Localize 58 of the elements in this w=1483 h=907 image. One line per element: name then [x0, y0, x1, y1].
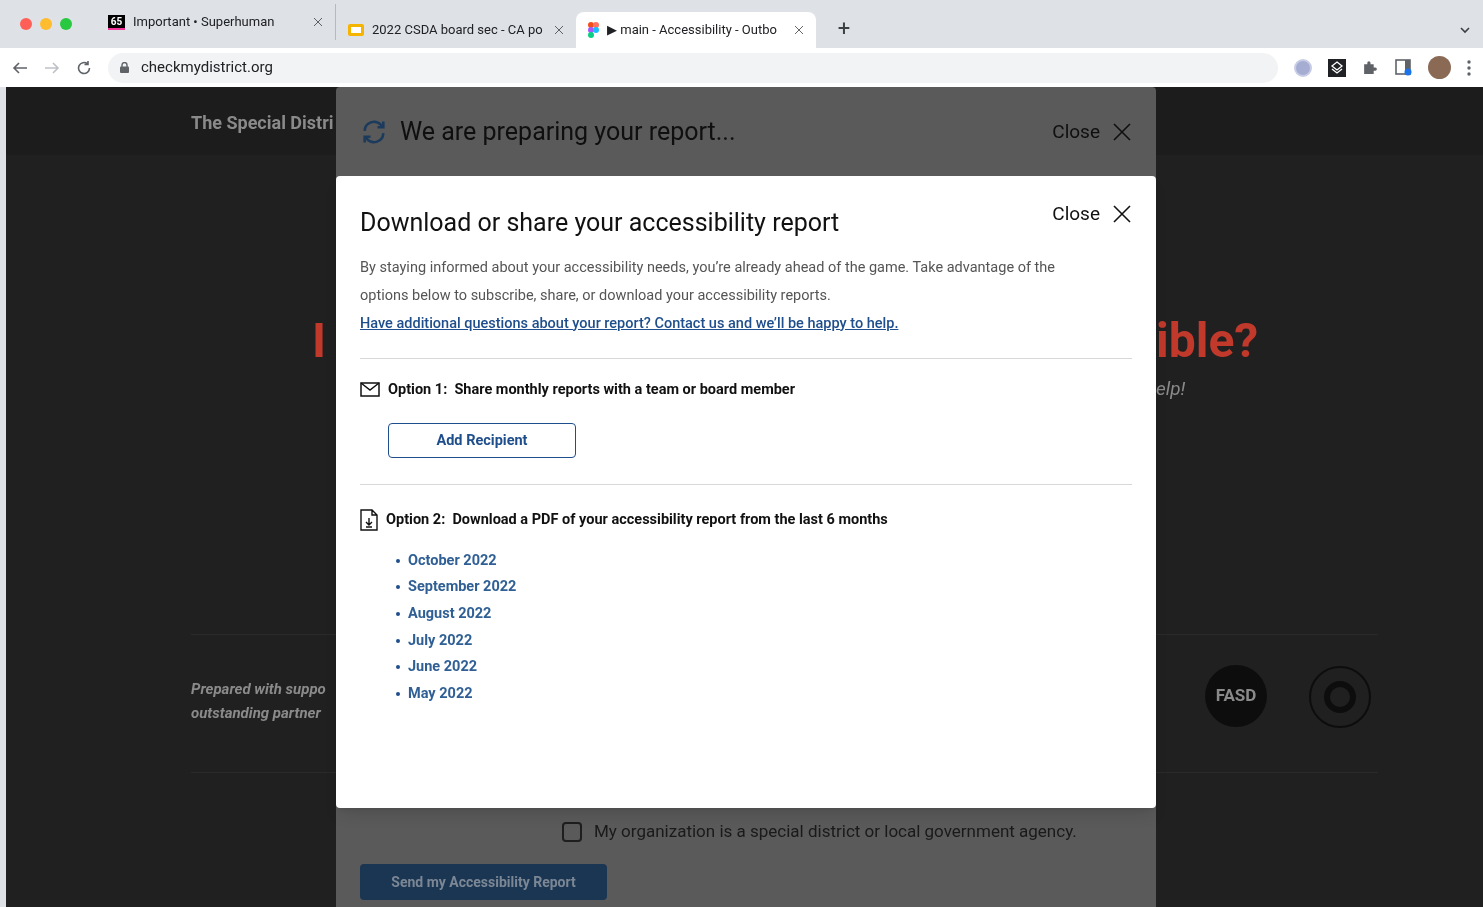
refresh-icon [360, 118, 388, 146]
checkbox-label: My organization is a special district or local government agency. [594, 820, 1077, 843]
option-heading: Option 1: Share monthly reports with a team or board member [388, 379, 795, 400]
close-icon [1112, 122, 1132, 142]
figma-icon [588, 22, 599, 38]
reload-icon[interactable] [76, 59, 92, 76]
headline-text: ible? [1156, 311, 1259, 371]
headline-text: I [312, 311, 327, 371]
app-badge-icon: 65 [108, 14, 125, 30]
month-link[interactable]: June 2022 [408, 656, 478, 679]
close-icon [1112, 204, 1132, 225]
puzzle-icon[interactable] [1362, 59, 1379, 76]
chevron-down-icon[interactable] [1459, 24, 1471, 36]
envelope-icon [360, 381, 380, 397]
intro-text: By staying informed about your accessibility needs, you’re already ahead of the game. Take advantage of the options below to subscribe, share, or download your accessibility reports. [360, 257, 1056, 306]
close-button[interactable]: Close [1052, 200, 1132, 229]
month-link[interactable]: September 2022 [408, 576, 517, 599]
month-link[interactable]: October 2022 [408, 549, 497, 572]
month-link[interactable]: May 2022 [408, 683, 473, 705]
month-link[interactable]: August 2022 [408, 603, 492, 625]
add-recipient-button[interactable]: Add Recipient [388, 423, 576, 459]
bullet-icon [396, 692, 400, 697]
back-arrow-icon[interactable] [12, 59, 28, 76]
tab-title: ▶ main - Accessibility - Outbo [607, 21, 778, 40]
site-title: The Special Distri [191, 111, 334, 135]
browser-tab[interactable]: 2022 CSDA board sec - CA po [336, 12, 576, 48]
avatar[interactable] [1428, 56, 1451, 79]
dialog-title: Download or share your accessibility report [360, 207, 841, 239]
dialog-title: We are preparing your report... [400, 116, 737, 149]
slides-icon [348, 22, 364, 38]
bullet-icon [396, 611, 400, 616]
bullet-icon [396, 558, 400, 563]
browser-tab[interactable]: 65 Important • Superhuman [96, 4, 336, 40]
option-heading: Option 2: Download a PDF of your accessibility report from the last 6 months [386, 510, 888, 531]
tab-title: Important • Superhuman [133, 13, 276, 32]
partners-text: outstanding partner [191, 703, 323, 724]
subheadline-text: elp! [1156, 376, 1186, 402]
bullet-icon [396, 585, 400, 590]
more-menu-icon[interactable] [1467, 59, 1471, 76]
close-icon [313, 17, 323, 27]
new-tab-button[interactable]: + [828, 12, 860, 44]
browser-tab[interactable]: ▶ main - Accessibility - Outbo [576, 12, 816, 48]
bullet-icon [396, 665, 400, 670]
close-icon [794, 25, 804, 35]
address-bar[interactable]: checkmydistrict.org [108, 52, 1278, 83]
close-icon [554, 25, 564, 35]
layers-extension-icon[interactable] [1328, 58, 1346, 77]
bullet-icon [396, 638, 400, 643]
lock-icon [120, 62, 129, 73]
checkbox[interactable] [562, 821, 582, 842]
help-link[interactable]: Have additional questions about your report? Contact us and we’ll be happy to help. [360, 309, 1132, 338]
sidebar-icon[interactable] [1395, 59, 1412, 76]
partners-text: Prepared with suppo [191, 679, 326, 700]
tab-title: 2022 CSDA board sec - CA po [372, 21, 544, 40]
url-text: checkmydistrict.org [141, 57, 273, 79]
month-link[interactable]: July 2022 [408, 629, 473, 652]
pdf-download-icon [360, 509, 378, 532]
partner-logo: FASD [1205, 665, 1267, 727]
